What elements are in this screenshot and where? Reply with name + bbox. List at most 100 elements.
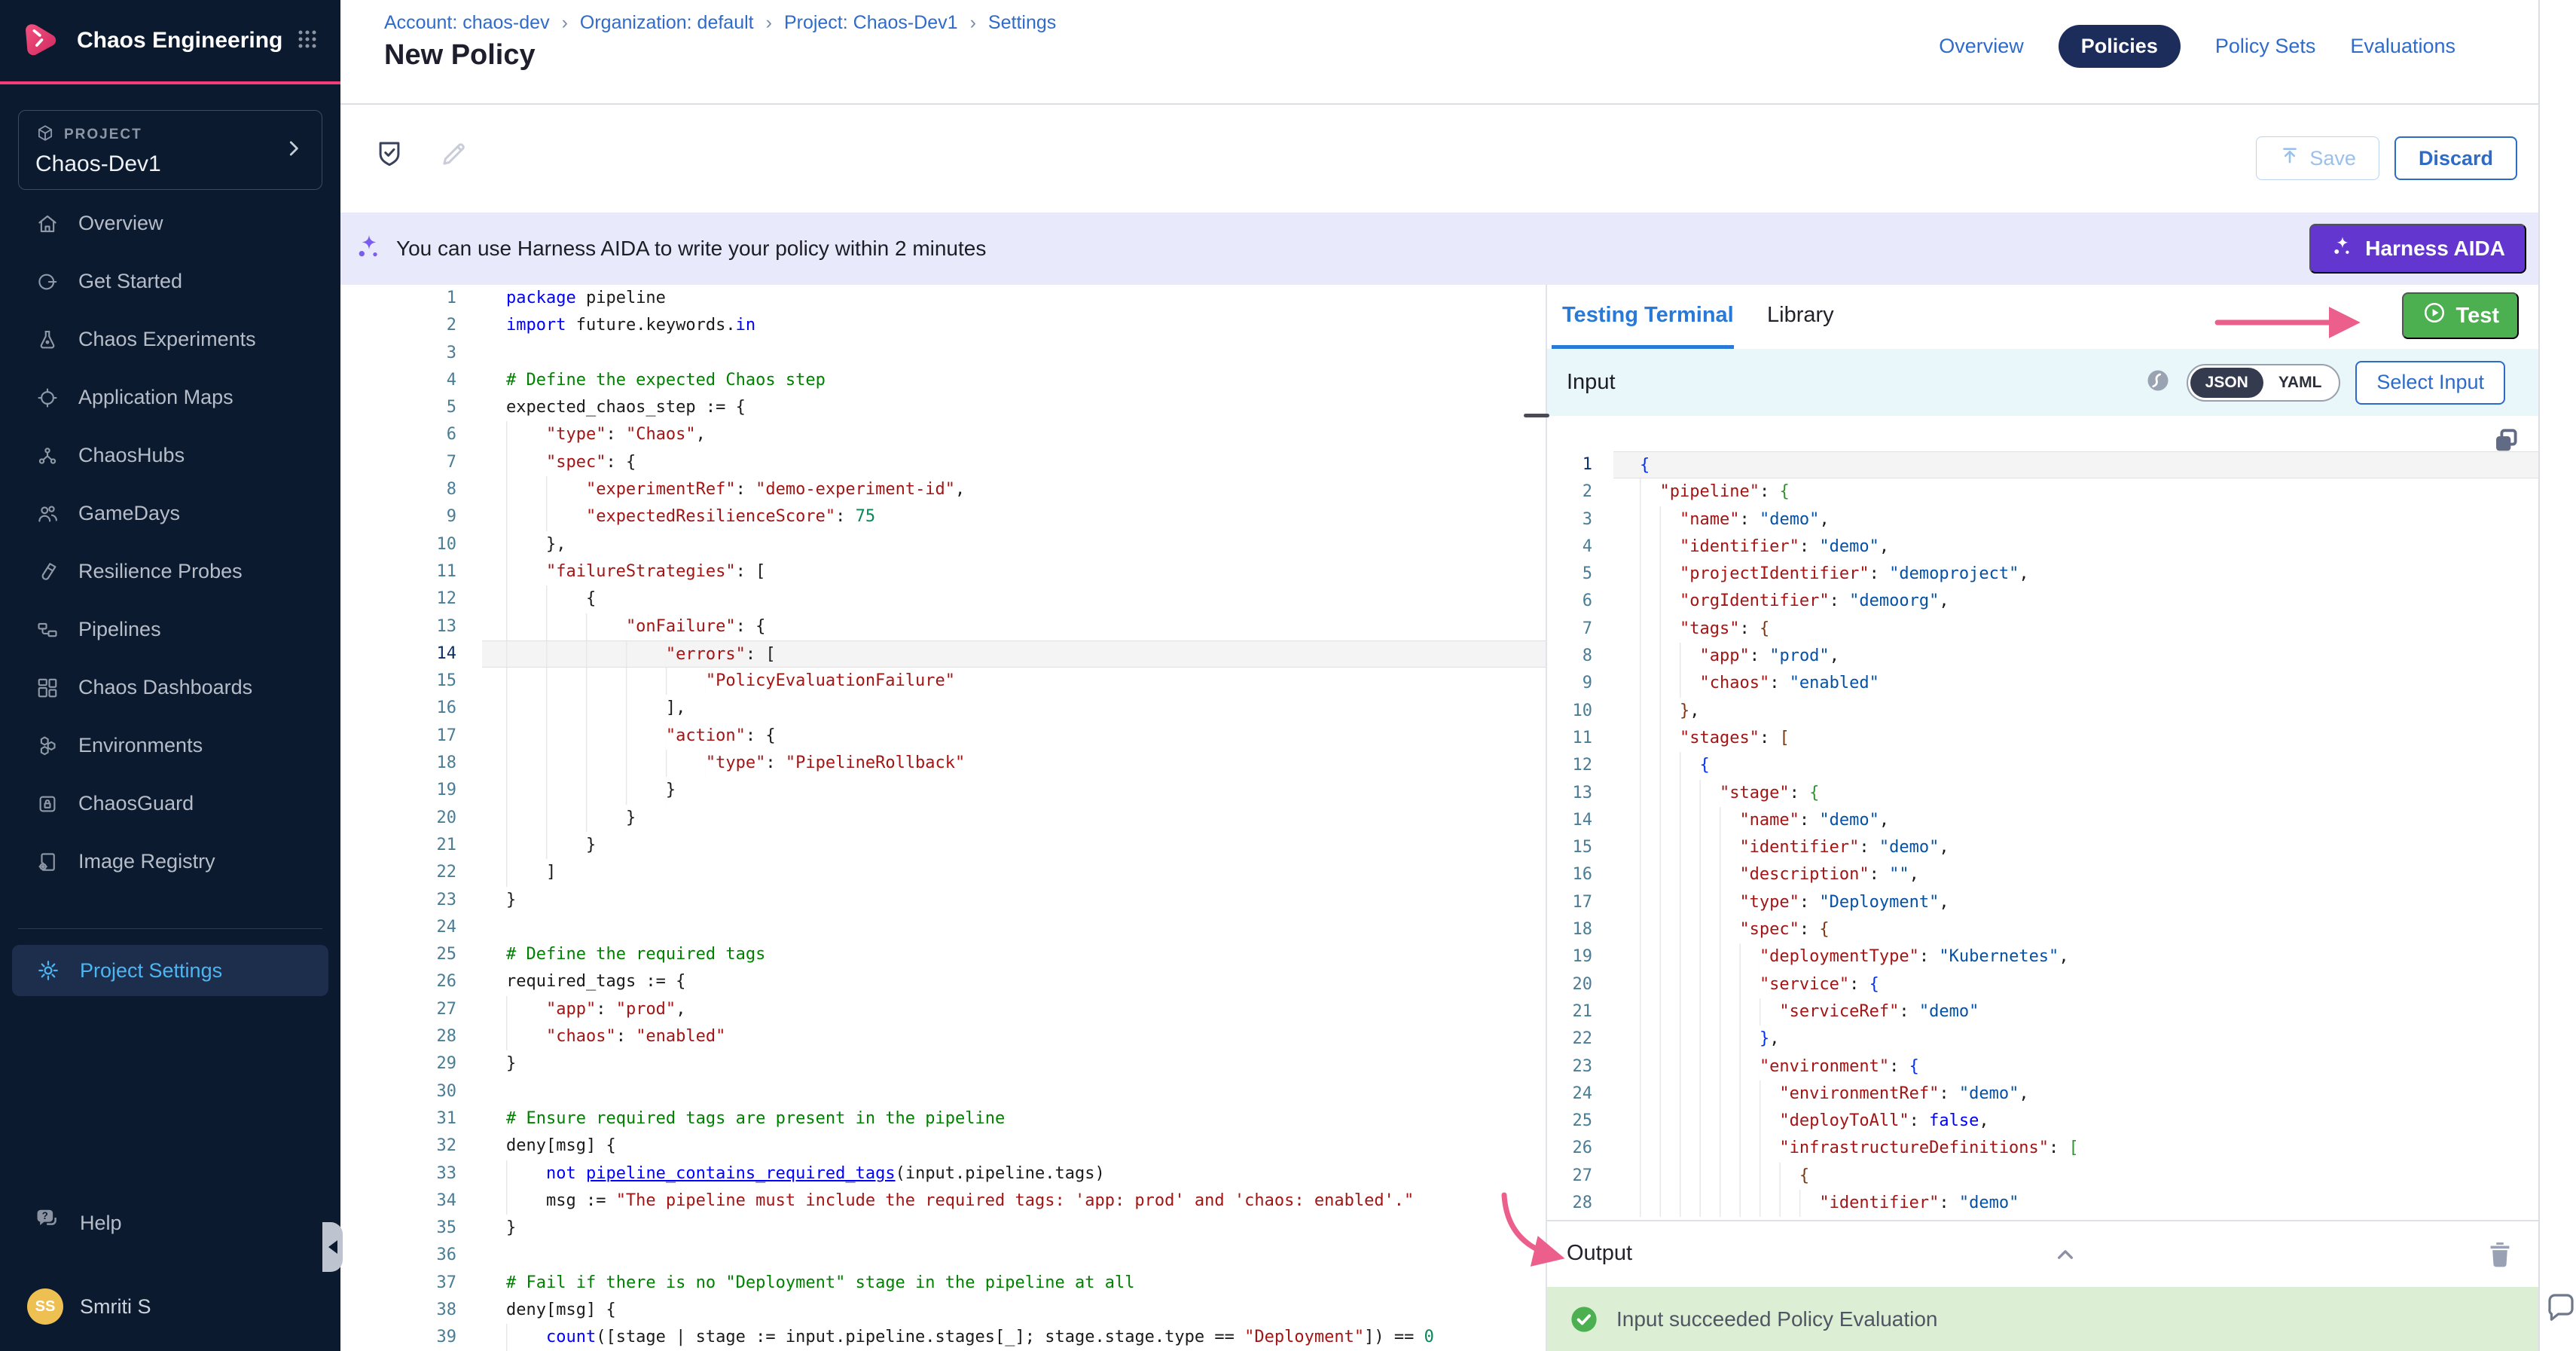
edit-pencil-icon[interactable] <box>438 138 470 173</box>
sidebar-item-chaoshubs[interactable]: ChaosHubs <box>0 426 340 484</box>
code-line-34[interactable]: 34msg := "The pipeline must include the … <box>340 1187 1546 1215</box>
harness-aida-button[interactable]: Harness AIDA <box>2309 224 2526 274</box>
code-line-8[interactable]: 8"experimentRef": "demo-experiment-id", <box>340 476 1546 503</box>
nav-overview[interactable]: Overview <box>1939 35 2024 58</box>
code-line-19[interactable]: 19"deploymentType": "Kubernetes", <box>1547 943 2538 970</box>
code-line-24[interactable]: 24 <box>340 914 1546 941</box>
code-line-9[interactable]: 9"chaos": "enabled" <box>1547 670 2538 697</box>
sidebar-item-overview[interactable]: Overview <box>0 194 340 252</box>
sidebar-collapse-handle[interactable] <box>322 1222 343 1272</box>
code-line-39[interactable]: 39count([stage | stage := input.pipeline… <box>340 1324 1546 1351</box>
nav-policies[interactable]: Policies <box>2059 25 2181 68</box>
code-line-26[interactable]: 26required_tags := { <box>340 968 1546 995</box>
code-line-20[interactable]: 20"service": { <box>1547 971 2538 998</box>
format-toggle[interactable]: JSONYAML <box>2187 364 2341 402</box>
code-line-18[interactable]: 18"spec": { <box>1547 916 2538 943</box>
project-selector[interactable]: PROJECT Chaos-Dev1 <box>18 110 322 190</box>
code-line-6[interactable]: 6"type": "Chaos", <box>340 421 1546 448</box>
code-line-8[interactable]: 8"app": "prod", <box>1547 643 2538 670</box>
code-line-4[interactable]: 4"identifier": "demo", <box>1547 533 2538 561</box>
code-line-16[interactable]: 16"description": "", <box>1547 861 2538 888</box>
collapse-output-chevron-icon[interactable] <box>2050 1239 2080 1273</box>
breadcrumb-item[interactable]: Organization: default <box>580 12 754 34</box>
code-line-24[interactable]: 24"environmentRef": "demo", <box>1547 1080 2538 1108</box>
breadcrumb-item[interactable]: Settings <box>988 12 1056 34</box>
code-line-28[interactable]: 28"identifier": "demo" <box>1547 1190 2538 1217</box>
code-line-2[interactable]: 2import future.keywords.in <box>340 312 1546 339</box>
code-line-5[interactable]: 5expected_chaos_step := { <box>340 394 1546 421</box>
code-line-22[interactable]: 22] <box>340 859 1546 886</box>
input-json-editor[interactable]: 1{2"pipeline": {3"name": "demo",4"identi… <box>1547 416 2538 1220</box>
code-line-27[interactable]: 27{ <box>1547 1163 2538 1190</box>
code-line-13[interactable]: 13"onFailure": { <box>340 613 1546 640</box>
code-line-7[interactable]: 7"tags": { <box>1547 616 2538 643</box>
code-line-11[interactable]: 11"failureStrategies": [ <box>340 558 1546 585</box>
sidebar-item-resilience-probes[interactable]: Resilience Probes <box>0 543 340 601</box>
sidebar-item-application-maps[interactable]: Application Maps <box>0 368 340 426</box>
split-handle[interactable] <box>1524 414 1549 417</box>
nav-policy-sets[interactable]: Policy Sets <box>2215 35 2316 58</box>
test-button[interactable]: Test <box>2402 292 2519 339</box>
code-line-3[interactable]: 3"name": "demo", <box>1547 506 2538 533</box>
feedback-chat-icon[interactable] <box>2543 1290 2576 1330</box>
code-line-17[interactable]: 17"type": "Deployment", <box>1547 889 2538 916</box>
code-line-12[interactable]: 12{ <box>1547 752 2538 779</box>
policy-validate-icon[interactable] <box>374 138 405 173</box>
user-menu[interactable]: SS Smriti S <box>0 1284 340 1329</box>
breadcrumb-item[interactable]: Project: Chaos-Dev1 <box>784 12 958 34</box>
format-option-yaml[interactable]: YAML <box>2263 368 2337 398</box>
code-line-4[interactable]: 4# Define the expected Chaos step <box>340 367 1546 394</box>
sidebar-item-environments[interactable]: Environments <box>0 717 340 775</box>
code-line-38[interactable]: 38deny[msg] { <box>340 1297 1546 1324</box>
tab-testing-terminal[interactable]: Testing Terminal <box>1562 303 1734 328</box>
code-line-26[interactable]: 26"infrastructureDefinitions": [ <box>1547 1135 2538 1162</box>
code-line-10[interactable]: 10}, <box>1547 698 2538 725</box>
nav-evaluations[interactable]: Evaluations <box>2350 35 2455 58</box>
code-line-33[interactable]: 33not pipeline_contains_required_tags(in… <box>340 1160 1546 1187</box>
sidebar-item-project-settings[interactable]: Project Settings <box>12 945 328 996</box>
prettify-icon[interactable] <box>2144 367 2172 398</box>
select-input-button[interactable]: Select Input <box>2355 361 2505 405</box>
code-line-14[interactable]: 14"errors": [ <box>340 640 1546 668</box>
code-line-17[interactable]: 17"action": { <box>340 723 1546 750</box>
code-line-25[interactable]: 25# Define the required tags <box>340 941 1546 968</box>
code-line-2[interactable]: 2"pipeline": { <box>1547 478 2538 506</box>
clear-output-trash-icon[interactable] <box>2484 1238 2516 1273</box>
code-line-21[interactable]: 21"serviceRef": "demo" <box>1547 998 2538 1025</box>
sidebar-item-gamedays[interactable]: GameDays <box>0 484 340 543</box>
code-line-23[interactable]: 23"environment": { <box>1547 1053 2538 1080</box>
code-line-9[interactable]: 9"expectedResilienceScore": 75 <box>340 503 1546 530</box>
code-line-13[interactable]: 13"stage": { <box>1547 780 2538 807</box>
format-option-json[interactable]: JSON <box>2190 368 2263 398</box>
code-line-29[interactable]: 29} <box>340 1050 1546 1077</box>
code-line-1[interactable]: 1{ <box>1547 451 2538 478</box>
code-line-31[interactable]: 31# Ensure required tags are present in … <box>340 1105 1546 1132</box>
code-line-16[interactable]: 16], <box>340 695 1546 722</box>
breadcrumb-item[interactable]: Account: chaos-dev <box>384 12 550 34</box>
code-line-20[interactable]: 20} <box>340 805 1546 832</box>
code-line-37[interactable]: 37# Fail if there is no "Deployment" sta… <box>340 1270 1546 1297</box>
code-line-32[interactable]: 32deny[msg] { <box>340 1132 1546 1160</box>
code-line-6[interactable]: 6"orgIdentifier": "demoorg", <box>1547 588 2538 615</box>
code-line-15[interactable]: 15"PolicyEvaluationFailure" <box>340 668 1546 695</box>
sidebar-item-image-registry[interactable]: Image Registry <box>0 833 340 891</box>
code-line-19[interactable]: 19} <box>340 777 1546 804</box>
code-line-36[interactable]: 36 <box>340 1242 1546 1269</box>
discard-button[interactable]: Discard <box>2394 136 2517 180</box>
sidebar-item-chaos-experiments[interactable]: Chaos Experiments <box>0 310 340 368</box>
code-line-12[interactable]: 12{ <box>340 585 1546 613</box>
code-line-28[interactable]: 28"chaos": "enabled" <box>340 1023 1546 1050</box>
copy-icon[interactable] <box>2490 425 2522 460</box>
tab-library[interactable]: Library <box>1767 303 1834 328</box>
save-button[interactable]: Save <box>2256 136 2379 180</box>
code-line-10[interactable]: 10}, <box>340 531 1546 558</box>
module-grid-icon[interactable] <box>294 26 321 57</box>
harness-logo[interactable] <box>20 18 62 64</box>
sidebar-item-chaosguard[interactable]: ChaosGuard <box>0 775 340 833</box>
code-line-30[interactable]: 30 <box>340 1078 1546 1105</box>
help-button[interactable]: ? Help <box>0 1202 340 1244</box>
code-line-21[interactable]: 21} <box>340 832 1546 859</box>
policy-code-editor[interactable]: 1package pipeline2import future.keywords… <box>340 285 1546 1351</box>
code-line-1[interactable]: 1package pipeline <box>340 285 1546 312</box>
sidebar-item-get-started[interactable]: Get Started <box>0 252 340 310</box>
